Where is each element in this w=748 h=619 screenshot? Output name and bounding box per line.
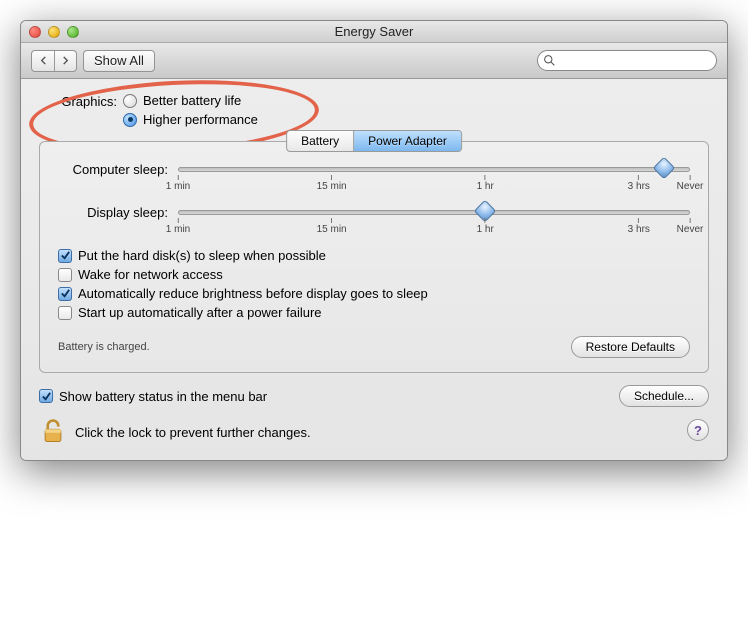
battery-status: Battery is charged. [58,341,150,353]
close-window-button[interactable] [29,26,41,38]
computer-sleep-row: Computer sleep: 1 min 15 min 1 hr 3 hrs … [58,162,690,177]
graphics-label: Graphics: [39,93,117,127]
button-label: Schedule... [634,389,694,403]
lock-row: Click the lock to prevent further change… [39,417,709,448]
window-title: Energy Saver [21,24,727,39]
tab-battery[interactable]: Battery [287,131,353,151]
minimize-window-button[interactable] [48,26,60,38]
display-sleep-slider[interactable]: 1 min 15 min 1 hr 3 hrs Never [178,210,690,215]
computer-sleep-slider[interactable]: 1 min 15 min 1 hr 3 hrs Never [178,167,690,172]
restore-defaults-button[interactable]: Restore Defaults [571,336,690,358]
radio-better-battery[interactable]: Better battery life [123,93,258,108]
checkbox-label: Start up automatically after a power fai… [78,305,322,320]
nav-segmented [31,50,77,72]
graphics-section: Graphics: Better battery life Higher per… [39,93,709,127]
checkbox-icon [58,249,72,263]
show-all-label: Show All [94,53,144,68]
slider-ticks: 1 min 15 min 1 hr 3 hrs Never [178,218,690,240]
checkbox-icon [58,287,72,301]
tab-label: Battery [301,134,339,148]
button-label: Restore Defaults [586,340,675,354]
system-preferences-window: Energy Saver Show All Graphics: [20,20,728,461]
checkbox-icon [58,306,72,320]
check-auto-start[interactable]: Start up automatically after a power fai… [58,305,690,320]
check-show-menu-bar[interactable]: Show battery status in the menu bar [39,389,267,404]
schedule-button[interactable]: Schedule... [619,385,709,407]
check-wake-network[interactable]: Wake for network access [58,267,690,282]
slider-ticks: 1 min 15 min 1 hr 3 hrs Never [178,175,690,197]
traffic-lights [21,26,79,38]
display-sleep-row: Display sleep: 1 min 15 min 1 hr 3 hrs N… [58,205,690,220]
options-checklist: Put the hard disk(s) to sleep when possi… [58,248,690,320]
titlebar: Energy Saver [21,21,727,43]
search-wrap [537,50,717,71]
checkbox-icon [58,268,72,282]
radio-icon [123,113,137,127]
show-all-button[interactable]: Show All [83,50,155,72]
tab-power-adapter[interactable]: Power Adapter [353,131,461,151]
radio-icon [123,94,137,108]
toolbar: Show All [21,43,727,79]
content-area: Graphics: Better battery life Higher per… [21,79,727,460]
checkbox-label: Put the hard disk(s) to sleep when possi… [78,248,326,263]
radio-higher-performance[interactable]: Higher performance [123,112,258,127]
tab-label: Power Adapter [368,134,447,148]
help-button[interactable]: ? [687,419,709,441]
search-input[interactable] [537,50,717,71]
lower-row: Show battery status in the menu bar Sche… [39,385,709,407]
checkbox-label: Show battery status in the menu bar [59,389,267,404]
status-row: Battery is charged. Restore Defaults [58,336,690,358]
slider-label: Computer sleep: [58,162,168,177]
search-icon [543,54,556,67]
forward-button[interactable] [54,51,76,71]
radio-label: Better battery life [143,93,241,108]
check-hd-sleep[interactable]: Put the hard disk(s) to sleep when possi… [58,248,690,263]
checkbox-label: Automatically reduce brightness before d… [78,286,428,301]
lock-icon[interactable] [39,417,67,448]
check-dim-brightness[interactable]: Automatically reduce brightness before d… [58,286,690,301]
slider-label: Display sleep: [58,205,168,220]
zoom-window-button[interactable] [67,26,79,38]
checkbox-label: Wake for network access [78,267,223,282]
help-label: ? [694,423,702,438]
radio-label: Higher performance [143,112,258,127]
tab-bar: Battery Power Adapter [286,130,462,152]
checkbox-icon [39,389,53,403]
lock-text: Click the lock to prevent further change… [75,425,311,440]
settings-panel: Battery Power Adapter Computer sleep: 1 … [39,141,709,373]
back-button[interactable] [32,51,54,71]
